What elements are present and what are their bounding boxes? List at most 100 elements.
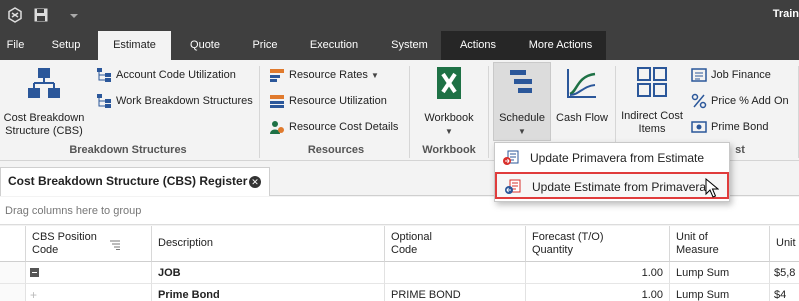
table-row-quantity[interactable]: 1.00 <box>526 284 670 301</box>
column-header-cbs-position-code[interactable]: CBS Position Code <box>26 226 152 262</box>
tree-icon <box>97 68 111 83</box>
resource-cost-details-label: Resource Cost Details <box>289 121 399 133</box>
resource-utilization-button[interactable]: Resource Utilization <box>269 91 387 111</box>
wbs-tree-icon <box>97 94 111 109</box>
column-header-description[interactable]: Description <box>152 226 385 262</box>
table-row-optional-code[interactable]: PRIME BOND <box>385 284 526 301</box>
prime-bond-button[interactable]: Prime Bond <box>691 117 768 137</box>
title-bar: Train <box>0 0 799 31</box>
update-estimate-from-primavera-item[interactable]: Update Estimate from Primavera <box>495 172 729 199</box>
row-indicator <box>0 284 26 301</box>
excel-icon <box>437 67 461 99</box>
chevron-down-icon: ▼ <box>370 71 379 80</box>
schedule-button-content[interactable]: Schedule ▼ <box>493 66 551 138</box>
column-header-label: Unit of Measure <box>676 231 719 256</box>
group-label-workbook: Workbook <box>422 144 476 156</box>
work-breakdown-structures-label: Work Breakdown Structures <box>116 95 253 107</box>
resource-cost-details-button[interactable]: Resource Cost Details <box>269 117 398 137</box>
hierarchy-icon <box>28 68 60 98</box>
update-primavera-from-estimate-label: Update Primavera from Estimate <box>530 151 705 165</box>
percent-icon <box>691 93 707 109</box>
update-estimate-from-primavera-label: Update Estimate from Primavera <box>532 180 707 194</box>
table-row-description[interactable]: Prime Bond <box>152 284 385 301</box>
cbs-grid: CBS Position Code Description Optional C… <box>0 226 799 301</box>
expand-icon[interactable]: + <box>30 284 37 301</box>
menu-actions[interactable]: Actions <box>441 31 515 60</box>
resource-utilization-label: Resource Utilization <box>289 95 387 107</box>
row-header-corner <box>0 226 26 262</box>
menu-quote[interactable]: Quote <box>177 31 233 60</box>
row-indicator <box>0 262 26 284</box>
column-header-label: Description <box>158 237 214 249</box>
group-label-breakdown: Breakdown Structures <box>69 144 187 156</box>
menu-bar: File Setup Estimate Quote Price Executio… <box>0 31 799 60</box>
column-header-optional-code[interactable]: Optional Code <box>385 226 526 262</box>
ribbon-separator <box>409 66 410 158</box>
resource-utilization-icon <box>270 95 284 109</box>
update-primavera-from-estimate-item[interactable]: Update Primavera from Estimate <box>495 145 729 172</box>
column-header-unit[interactable]: Unit <box>770 226 799 262</box>
cash-flow-label: Cash Flow <box>556 112 608 124</box>
resource-rates-icon <box>270 69 284 83</box>
table-row-uom[interactable]: Lump Sum <box>670 262 770 284</box>
chevron-down-icon: ▼ <box>518 127 526 136</box>
cash-flow-chart-icon <box>567 69 596 98</box>
work-breakdown-structures-button[interactable]: Work Breakdown Structures <box>96 91 253 111</box>
menu-estimate[interactable]: Estimate <box>98 31 171 60</box>
group-label-resources: Resources <box>307 144 365 156</box>
quick-access-dropdown-icon[interactable] <box>66 7 82 23</box>
primavera-export-icon <box>503 150 519 165</box>
primavera-import-icon <box>505 179 521 194</box>
price-add-on-label: Price % Add On <box>711 95 789 107</box>
resource-rates-label: Resource Rates <box>289 69 368 81</box>
group-label-indirect: st <box>735 144 745 156</box>
column-header-unit-of-measure[interactable]: Unit of Measure <box>670 226 770 262</box>
job-finance-label: Job Finance <box>711 69 771 81</box>
workbook-button[interactable]: Workbook ▼ <box>414 66 484 138</box>
price-add-on-button[interactable]: Price % Add On <box>691 91 789 111</box>
prime-bond-icon <box>691 121 707 133</box>
table-row-cbs-code[interactable] <box>26 262 152 284</box>
ribbon-separator <box>259 66 260 158</box>
collapse-icon[interactable] <box>30 268 39 277</box>
save-icon[interactable] <box>33 7 49 23</box>
schedule-button-label: Schedule <box>499 112 545 124</box>
menu-more-actions[interactable]: More Actions <box>515 31 606 60</box>
account-code-utilization-button[interactable]: Account Code Utilization <box>96 65 236 85</box>
schedule-gantt-icon <box>510 70 532 93</box>
tab-cbs-register[interactable]: Cost Breakdown Structure (CBS) Register … <box>0 167 270 196</box>
app-logo-icon <box>8 7 22 23</box>
job-finance-icon <box>691 68 707 82</box>
column-header-label: Forecast (T/O) Quantity <box>532 231 604 256</box>
table-row-unit[interactable]: $5,8 <box>770 262 799 284</box>
indirect-cost-items-button[interactable]: Indirect Cost Items <box>618 66 686 136</box>
table-row-optional-code[interactable] <box>385 262 526 284</box>
ribbon-separator <box>488 66 489 158</box>
menu-system[interactable]: System <box>378 31 441 60</box>
app-name: Train <box>772 8 799 20</box>
resource-cost-details-icon <box>270 121 284 135</box>
column-header-forecast-quantity[interactable]: Forecast (T/O) Quantity <box>526 226 670 262</box>
workbook-button-label: Workbook <box>424 112 474 124</box>
column-header-label: Unit <box>776 237 796 249</box>
indirect-cost-items-label: Indirect Cost Items <box>621 110 683 135</box>
cash-flow-button[interactable]: Cash Flow <box>554 66 610 125</box>
mouse-cursor-icon <box>705 178 719 198</box>
sort-icon[interactable] <box>109 240 121 250</box>
tab-title: Cost Breakdown Structure (CBS) Register <box>8 174 248 188</box>
column-header-label: Optional Code <box>391 231 432 256</box>
menu-execution[interactable]: Execution <box>297 31 371 60</box>
table-row-cbs-code[interactable]: + <box>26 284 152 301</box>
menu-file[interactable]: File <box>0 31 31 60</box>
job-finance-button[interactable]: Job Finance <box>691 65 771 85</box>
table-row-unit[interactable]: $4 <box>770 284 799 301</box>
menu-setup[interactable]: Setup <box>37 31 95 60</box>
table-row-description[interactable]: JOB <box>152 262 385 284</box>
menu-price[interactable]: Price <box>240 31 290 60</box>
resource-rates-button[interactable]: Resource Rates ▼ <box>269 65 379 85</box>
cbs-button[interactable]: Cost Breakdown Structure (CBS) <box>0 66 88 138</box>
chevron-down-icon: ▼ <box>445 127 453 136</box>
close-icon[interactable]: ✕ <box>249 176 261 188</box>
table-row-quantity[interactable]: 1.00 <box>526 262 670 284</box>
table-row-uom[interactable]: Lump Sum <box>670 284 770 301</box>
